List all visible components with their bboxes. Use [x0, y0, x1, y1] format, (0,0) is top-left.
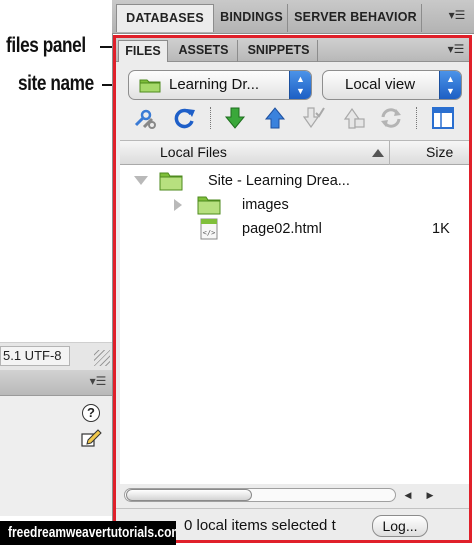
toolbar-separator: [210, 107, 211, 129]
screenshot-root: files panel site name 5.1 UTF-8 ▾☰ ? DAT…: [0, 0, 474, 545]
view-select[interactable]: Local view ▲ ▼: [322, 70, 462, 100]
files-panel-annotation: files panel: [6, 34, 86, 57]
tab-files[interactable]: FILES: [118, 40, 168, 62]
view-select-stepper-icon: ▲ ▼: [439, 71, 461, 99]
panel-group-options-menu-icon[interactable]: ▾☰: [446, 8, 468, 24]
toolbar-separator: [416, 107, 417, 129]
edit-icon[interactable]: [80, 428, 102, 448]
horizontal-scrollbar[interactable]: ◀ ▶: [120, 485, 469, 505]
site-folder-icon: [139, 79, 161, 93]
scroll-right-icon[interactable]: ▶: [422, 487, 438, 503]
file-row-images-folder[interactable]: images: [120, 193, 469, 217]
tab-snippets[interactable]: SNIPPETS: [240, 40, 318, 62]
help-icon[interactable]: ?: [82, 404, 100, 422]
view-select-value: Local view: [345, 76, 416, 93]
window-resize-grip[interactable]: [94, 350, 110, 366]
log-button[interactable]: Log...: [372, 515, 428, 537]
files-panel-tabbar: FILES ASSETS SNIPPETS ▾☰: [116, 38, 469, 62]
watermark-banner: freedreamweavertutorials.com: [0, 521, 176, 545]
encoding-indicator[interactable]: 5.1 UTF-8: [0, 346, 70, 366]
file-row-page02[interactable]: </> page02.html 1K: [120, 217, 469, 241]
expand-triangle-icon[interactable]: [174, 199, 182, 211]
properties-options-menu-icon[interactable]: ▾☰: [88, 374, 108, 390]
get-files-icon[interactable]: [222, 105, 248, 131]
images-folder-name: images: [242, 197, 289, 213]
page02-file-size: 1K: [432, 221, 450, 237]
site-select[interactable]: Learning Dr... ▲ ▼: [128, 70, 312, 100]
watermark-text: freedreamweavertutorials.com: [8, 524, 176, 541]
tab-databases[interactable]: DATABASES: [116, 4, 214, 32]
site-select-value: Learning Dr...: [169, 76, 260, 93]
svg-text:</>: </>: [203, 229, 216, 237]
sort-ascending-icon[interactable]: [372, 149, 384, 157]
site-select-stepper-icon: ▲ ▼: [289, 71, 311, 99]
site-root-folder-icon: [159, 172, 183, 191]
size-column-header[interactable]: Size: [426, 141, 453, 164]
site-root-name: Site - Learning Drea...: [208, 173, 350, 189]
expand-icon[interactable]: [430, 105, 456, 131]
selection-status-text: 0 local items selected t: [184, 517, 336, 534]
tab-bindings[interactable]: BINDINGS: [216, 4, 288, 32]
refresh-icon[interactable]: [172, 105, 198, 131]
synchronize-icon[interactable]: [378, 105, 404, 131]
file-row-site-root[interactable]: Site - Learning Drea...: [120, 169, 469, 193]
page02-file-name: page02.html: [242, 221, 322, 237]
connect-icon[interactable]: [132, 105, 158, 131]
check-out-icon[interactable]: [300, 105, 326, 131]
file-list-header: Local Files Size: [120, 141, 469, 165]
folder-icon: [197, 196, 221, 215]
html-file-icon: </>: [200, 218, 218, 240]
file-list: Local Files Size Site - Learning Drea...: [120, 140, 469, 484]
check-in-icon[interactable]: [340, 105, 366, 131]
local-files-column-header[interactable]: Local Files: [120, 141, 390, 165]
site-name-annotation: site name: [18, 72, 94, 95]
files-options-menu-icon[interactable]: ▾☰: [446, 42, 466, 58]
files-panel: FILES ASSETS SNIPPETS ▾☰ Learning Dr... …: [113, 35, 472, 543]
collapse-triangle-icon[interactable]: [134, 176, 148, 185]
scroll-left-icon[interactable]: ◀: [400, 487, 416, 503]
local-files-column-label: Local Files: [160, 144, 227, 160]
panel-group-tabbar: DATABASES BINDINGS SERVER BEHAVIOR: [112, 0, 474, 34]
tab-assets[interactable]: ASSETS: [170, 40, 238, 62]
tab-server-behaviors[interactable]: SERVER BEHAVIOR: [290, 4, 422, 32]
scrollbar-thumb[interactable]: [126, 489, 252, 501]
put-files-icon[interactable]: [262, 105, 288, 131]
